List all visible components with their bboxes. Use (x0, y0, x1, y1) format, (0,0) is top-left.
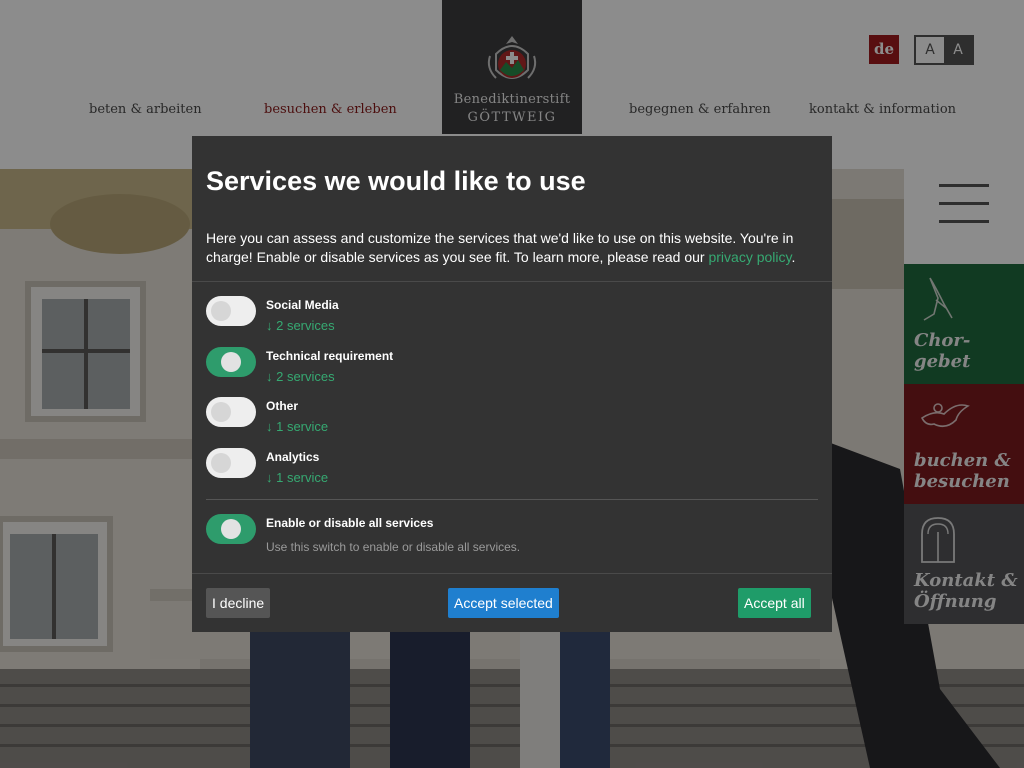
privacy-policy-link[interactable]: privacy policy (708, 249, 791, 265)
service-count-expander[interactable]: ↓ 2 services (266, 369, 335, 384)
service-description: Use this switch to enable or disable all… (266, 540, 521, 554)
accept-all-button[interactable]: Accept all (738, 588, 811, 618)
service-name: Other (266, 399, 299, 413)
divider (206, 499, 818, 500)
toggle-social-media[interactable] (206, 296, 256, 326)
service-row-technical: Technical requirement ↓ 2 services (206, 347, 806, 391)
service-name: Analytics (266, 450, 320, 464)
toggle-knob (211, 453, 231, 473)
toggle-all-services[interactable] (206, 514, 256, 544)
service-count-expander[interactable]: ↓ 1 service (266, 419, 328, 434)
consent-description: Here you can assess and customize the se… (206, 230, 796, 265)
cookie-consent-dialog: Services we would like to use Here you c… (192, 136, 832, 632)
service-name: Technical requirement (266, 349, 394, 363)
toggle-knob (211, 301, 231, 321)
divider (192, 281, 832, 282)
toggle-technical-requirement[interactable] (206, 347, 256, 377)
toggle-knob (211, 402, 231, 422)
divider (192, 573, 832, 574)
toggle-knob (221, 352, 241, 372)
decline-button[interactable]: I decline (206, 588, 271, 618)
toggle-analytics[interactable] (206, 448, 256, 478)
service-row-analytics: Analytics ↓ 1 service (206, 448, 806, 492)
service-row-other: Other ↓ 1 service (206, 397, 806, 441)
service-count-expander[interactable]: ↓ 1 service (266, 470, 328, 485)
consent-title: Services we would like to use (206, 166, 586, 196)
service-count-expander[interactable]: ↓ 2 services (266, 318, 335, 333)
accept-selected-button[interactable]: Accept selected (448, 588, 559, 618)
service-row-all: Enable or disable all services Use this … (206, 514, 806, 558)
service-row-social-media: Social Media ↓ 2 services (206, 296, 806, 340)
toggle-other[interactable] (206, 397, 256, 427)
service-name: Enable or disable all services (266, 516, 434, 530)
toggle-knob (221, 519, 241, 539)
service-name: Social Media (266, 298, 339, 312)
